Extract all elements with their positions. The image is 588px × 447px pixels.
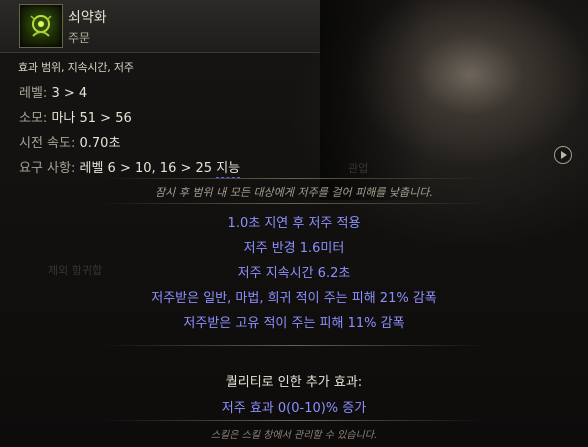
stat-level-value: 3 > 4 [51, 86, 88, 101]
modifier-line: 저주 지속시간 6.2초 [237, 266, 351, 281]
stat-req-int: 16 > 25 [159, 161, 213, 176]
divider-quality [100, 345, 488, 346]
curse-glyph-icon [19, 4, 63, 48]
stat-level: 레벨: 3 > 4 [19, 82, 87, 101]
background-label-b: 관업 [348, 162, 369, 175]
modifier-line: 저주받은 일반, 마법, 희귀 적이 주는 피해 21% 감폭 [151, 291, 437, 306]
tooltip-header: 쇠약화 주문 [0, 0, 320, 53]
stat-cast-speed: 시전 속도: 0.70초 [19, 132, 120, 151]
stat-req-label: 요구 사항: [19, 161, 76, 176]
stat-cost-value: 마나 51 > 56 [51, 111, 132, 126]
stat-cost-label: 소모: [19, 111, 48, 126]
modifier-line: 저주받은 고유 적이 주는 피해 11% 감폭 [183, 316, 405, 331]
stat-requirements: 요구 사항: 레벨 6 > 10, 16 > 25 지능 [19, 157, 241, 178]
play-circle-icon[interactable] [554, 146, 572, 164]
quality-title: 퀄리티로 인한 추가 효과: [225, 375, 363, 390]
stat-req-level: 레벨 6 > 10, [79, 161, 156, 176]
tooltip-footer: 스킬은 스킬 창에서 관리할 수 있습니다. [210, 430, 378, 441]
stat-level-label: 레벨: [19, 86, 48, 101]
divider-top [100, 178, 488, 179]
quality-modifier: 저주 효과 0(0-10)% 증가 [221, 401, 367, 416]
divider-mid [100, 203, 488, 204]
stat-req-int-name[interactable]: 지능 [216, 161, 241, 178]
skill-type: 주문 [68, 31, 91, 45]
skill-tags: 효과 범위, 지속시간, 저주 [18, 61, 134, 74]
divider-bottom [100, 420, 488, 421]
stat-cast-label: 시전 속도: [19, 136, 76, 151]
skill-description: 잠시 후 범위 내 모든 대상에게 저주를 걸어 피해를 낮춥니다. [155, 186, 433, 199]
skill-name: 쇠약화 [68, 10, 107, 26]
stat-cost: 소모: 마나 51 > 56 [19, 107, 132, 126]
modifier-line: 1.0초 지연 후 저주 적용 [227, 216, 361, 231]
modifier-line: 저주 반경 1.6미터 [243, 241, 345, 256]
stat-cast-value: 0.70초 [79, 136, 121, 151]
